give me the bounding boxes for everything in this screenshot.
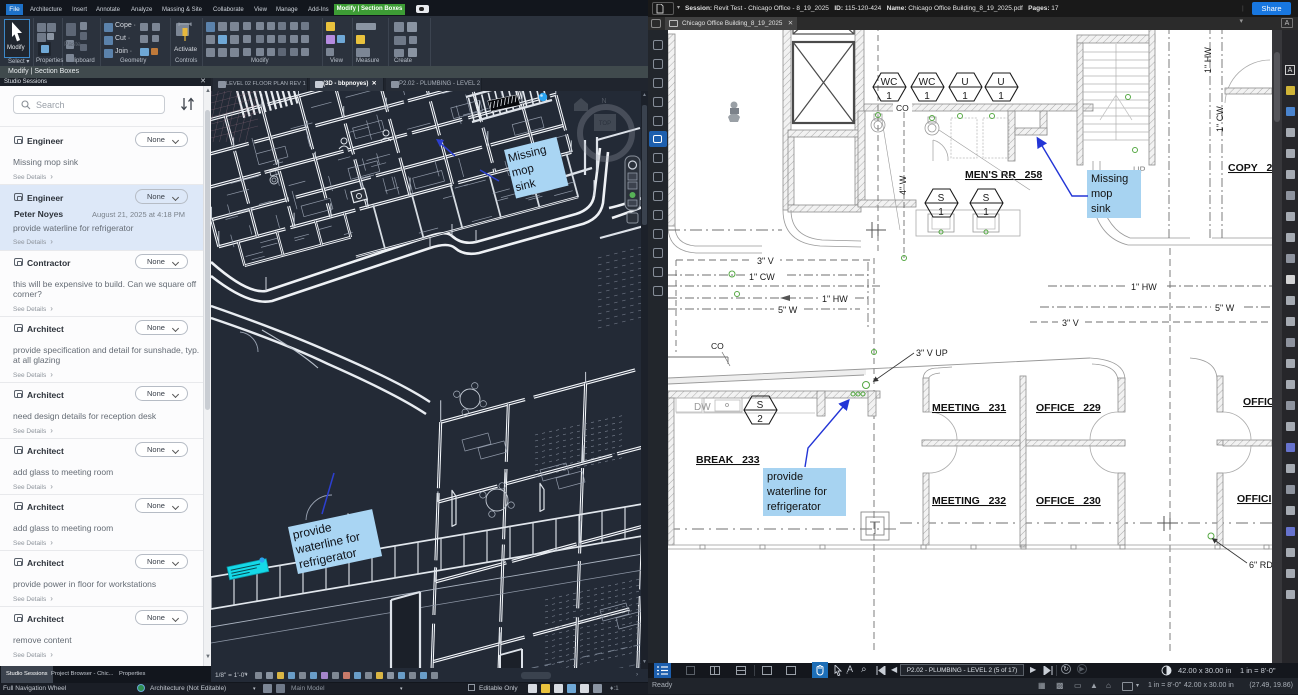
svg-text:S: S [757, 400, 764, 411]
svg-text:Missing: Missing [1091, 173, 1128, 185]
svg-text:1: 1 [962, 91, 968, 102]
svg-text:1: 1 [998, 91, 1004, 102]
svg-text:provide: provide [767, 471, 803, 483]
svg-text:OFFICE 229: OFFICE 229 [1036, 402, 1101, 414]
svg-text:waterline for: waterline for [766, 486, 827, 498]
svg-text:OFFICE 230: OFFICE 230 [1036, 495, 1101, 507]
svg-text:1" HW: 1" HW [822, 294, 848, 304]
svg-text:3" V UP: 3" V UP [916, 348, 948, 358]
svg-text:CO: CO [896, 103, 909, 113]
svg-text:MEETING 232: MEETING 232 [932, 495, 1006, 507]
svg-text:WC: WC [881, 77, 898, 88]
svg-text:refrigerator: refrigerator [767, 501, 821, 513]
svg-text:3" V: 3" V [757, 256, 774, 266]
svg-text:5" W: 5" W [778, 305, 798, 315]
svg-text:6" RD: 6" RD [1249, 560, 1272, 570]
svg-text:1" HW: 1" HW [1131, 282, 1157, 292]
svg-text:1: 1 [924, 91, 930, 102]
svg-text:2: 2 [757, 414, 763, 425]
svg-text:OFFICI: OFFICI [1237, 493, 1271, 505]
svg-text:DW: DW [694, 402, 711, 413]
svg-text:COPY 2: COPY 2 [1228, 162, 1272, 174]
svg-text:U: U [961, 77, 968, 88]
svg-text:3" V: 3" V [1062, 318, 1079, 328]
svg-text:1: 1 [983, 207, 989, 218]
svg-text:WC: WC [919, 77, 936, 88]
svg-text:MEN'S RR 258: MEN'S RR 258 [965, 169, 1042, 181]
svg-text:1: 1 [938, 207, 944, 218]
svg-text:1" CW: 1" CW [1215, 106, 1225, 132]
svg-text:OFFIC: OFFIC [1243, 396, 1272, 408]
svg-text:4" W: 4" W [898, 175, 908, 195]
svg-text:sink: sink [1091, 203, 1111, 215]
svg-text:N: N [601, 98, 606, 105]
svg-text:U: U [997, 77, 1004, 88]
svg-text:BREAK 233: BREAK 233 [696, 454, 760, 466]
svg-text:S: S [938, 193, 945, 204]
svg-text:1" CW: 1" CW [749, 272, 775, 282]
svg-text:1" HW: 1" HW [1203, 47, 1213, 73]
svg-text:S: S [983, 193, 990, 204]
svg-text:MEETING 231: MEETING 231 [932, 402, 1006, 414]
svg-text:mop: mop [1091, 188, 1112, 200]
svg-text:TOP: TOP [599, 121, 611, 127]
svg-text:CO: CO [711, 341, 724, 351]
svg-text:1: 1 [886, 91, 892, 102]
svg-text:5" W: 5" W [1215, 303, 1235, 313]
